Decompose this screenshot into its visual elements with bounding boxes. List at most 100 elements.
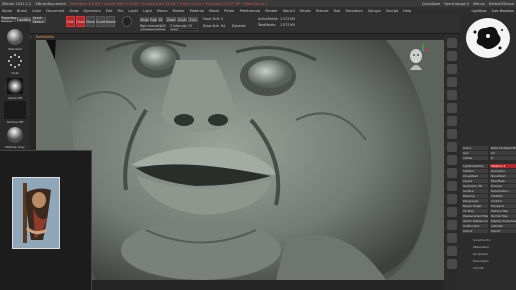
rotate-button[interactable]: Rotate xyxy=(105,16,116,27)
edit-button[interactable]: Edit xyxy=(66,16,75,27)
tab-toolpalette[interactable]: ToolPalette xyxy=(35,35,54,39)
subpalette-unified-skin[interactable]: Unified Skin xyxy=(462,224,488,228)
menu-picker[interactable]: Picker xyxy=(224,9,234,13)
subpalette-subtool[interactable]: SubTool xyxy=(462,169,488,173)
menu-transform[interactable]: Transform xyxy=(345,9,362,13)
menu-layer[interactable]: Layer xyxy=(128,9,138,13)
zoom3d-icon[interactable] xyxy=(447,194,457,204)
menu-light[interactable]: Light xyxy=(143,9,152,13)
tool-link-decimation[interactable]: Decimation xyxy=(473,259,489,263)
tool-button-4[interactable]: Visible xyxy=(462,156,488,160)
subpalette-lightbox-tools[interactable]: Lightbox▸Tools xyxy=(462,164,488,168)
zoom-icon[interactable] xyxy=(447,77,457,87)
xpose-icon[interactable] xyxy=(447,259,457,269)
menu-marker[interactable]: Marker xyxy=(173,9,185,13)
scale-button[interactable]: Scale xyxy=(96,16,105,27)
subpalette-morph-target[interactable]: Morph Target xyxy=(462,204,488,208)
subpalette-polygroups[interactable]: Polygroups xyxy=(462,199,488,203)
menu-brush[interactable]: Brush xyxy=(17,9,27,13)
subpalette-initialize[interactable]: Initialize xyxy=(490,224,516,228)
persp-icon[interactable] xyxy=(447,116,457,126)
subpalette-polypaint[interactable]: Polypaint xyxy=(490,204,516,208)
zsub-button[interactable]: Zsub xyxy=(177,17,187,22)
gizmo-icon[interactable] xyxy=(447,155,457,165)
dynamic-toggle[interactable]: Dynamic xyxy=(232,24,246,28)
subpalette-surface[interactable]: Surface xyxy=(462,189,488,193)
menu-render[interactable]: Render xyxy=(265,9,277,13)
seethrough-slider[interactable]: See-through 0 xyxy=(444,2,469,6)
move-button[interactable]: Move xyxy=(86,16,95,27)
menu-stencil[interactable]: Stencil xyxy=(283,9,295,13)
tool-button-0[interactable]: Clone xyxy=(462,146,488,150)
rgb-intensity-slider[interactable] xyxy=(140,28,166,31)
matcap-material-icon[interactable] xyxy=(4,126,26,144)
material-sphere-icon[interactable] xyxy=(122,16,132,27)
move-icon[interactable] xyxy=(447,181,457,191)
subpalette-geometry-hd[interactable]: Geometry HD xyxy=(462,184,488,188)
navigation-bust-icon[interactable] xyxy=(408,48,424,70)
menu-document[interactable]: Document xyxy=(46,9,64,13)
menu-file[interactable]: File xyxy=(118,9,124,13)
subpalette-preview[interactable]: Preview xyxy=(490,184,516,188)
menu-edit[interactable]: Edit xyxy=(106,9,113,13)
standard-brush-icon[interactable] xyxy=(4,28,26,46)
z-intensity-slider[interactable] xyxy=(170,28,198,31)
tool-link-sculptris-pro[interactable]: Sculptris Pro xyxy=(473,238,490,242)
draw-button[interactable]: Draw xyxy=(76,16,85,27)
zadd-button[interactable]: Zadd xyxy=(166,17,176,22)
canvas-viewport[interactable] xyxy=(36,40,444,280)
tool-link-dynamesh[interactable]: Dynamesh xyxy=(473,252,488,256)
subpalette-texture-map[interactable]: Texture Map xyxy=(490,209,516,213)
subpalette-geometry[interactable]: Geometry xyxy=(490,169,516,173)
transp-icon[interactable] xyxy=(447,233,457,243)
subpalette-display-properties[interactable]: Display Properties xyxy=(490,219,516,223)
subpalette-arraymesh[interactable]: ArrayMesh xyxy=(462,174,488,178)
menu-material[interactable]: Material xyxy=(190,9,204,13)
frame-icon[interactable] xyxy=(447,168,457,178)
tool-button-1[interactable]: Make PolyMesh3D xyxy=(490,146,516,150)
subpalette-nanomesh[interactable]: NanoMesh xyxy=(490,174,516,178)
menu-dynamics[interactable]: Dynamics xyxy=(84,9,101,13)
axis-gizmo-icon[interactable] xyxy=(422,43,430,51)
spix-icon[interactable] xyxy=(447,51,457,61)
subpalette-vector-displacement-map[interactable]: Vector Displacement Map xyxy=(462,219,488,223)
rgb-button[interactable]: Rgb xyxy=(150,17,157,22)
menu-help[interactable]: Help xyxy=(403,9,411,13)
menu-macro[interactable]: Macro xyxy=(157,9,168,13)
scroll-icon[interactable] xyxy=(447,64,457,74)
tool-link-smooth[interactable]: Smooth xyxy=(473,266,484,270)
menu-movie[interactable]: Movie xyxy=(209,9,219,13)
subpalette-import[interactable]: Import xyxy=(462,229,488,233)
subpalette-deformation[interactable]: Deformation xyxy=(490,189,516,193)
local-icon[interactable] xyxy=(447,142,457,152)
subpalette-export[interactable]: Export xyxy=(490,229,516,233)
reference-image-panel[interactable] xyxy=(0,150,92,290)
quick-sketch-button[interactable]: Quick Sketch xyxy=(32,16,46,24)
default-zscript-button[interactable]: DefaultZScript xyxy=(489,2,514,6)
solo-icon[interactable] xyxy=(447,246,457,256)
menu-right-0[interactable]: Lightbox xyxy=(472,9,487,13)
quicksave-button[interactable]: QuickSave xyxy=(422,2,441,6)
menu-zplugin[interactable]: Zplugin xyxy=(368,9,381,13)
tool-button-3[interactable]: All xyxy=(490,151,516,155)
menu-texture[interactable]: Texture xyxy=(316,9,329,13)
tool-button-2[interactable]: Goz xyxy=(462,151,488,155)
dots-stroke-icon[interactable] xyxy=(4,52,26,70)
subpalette-layers[interactable]: Layers xyxy=(462,179,488,183)
subpalette-normal-map[interactable]: Normal Map xyxy=(490,214,516,218)
menu-alpha[interactable]: Alpha xyxy=(2,9,12,13)
menu-zscript[interactable]: Zscript xyxy=(386,9,398,13)
menu-tool[interactable]: Tool xyxy=(334,9,341,13)
menu-stroke[interactable]: Stroke xyxy=(300,9,311,13)
subpalette-visibility[interactable]: Visibility xyxy=(490,194,516,198)
mrgb-button[interactable]: Mrgb xyxy=(140,17,149,22)
subpalette-masking[interactable]: Masking xyxy=(462,194,488,198)
aahalf-icon[interactable] xyxy=(447,103,457,113)
zcut-button[interactable]: Zcut xyxy=(188,17,198,22)
polyf-icon[interactable] xyxy=(447,220,457,230)
subpalette-fibermesh[interactable]: FiberMesh xyxy=(490,179,516,183)
tool-button-5[interactable]: R xyxy=(490,156,516,160)
m-button[interactable]: M xyxy=(158,17,163,22)
texture-off-icon[interactable] xyxy=(4,101,26,119)
subpalette-contact[interactable]: Contact xyxy=(490,199,516,203)
